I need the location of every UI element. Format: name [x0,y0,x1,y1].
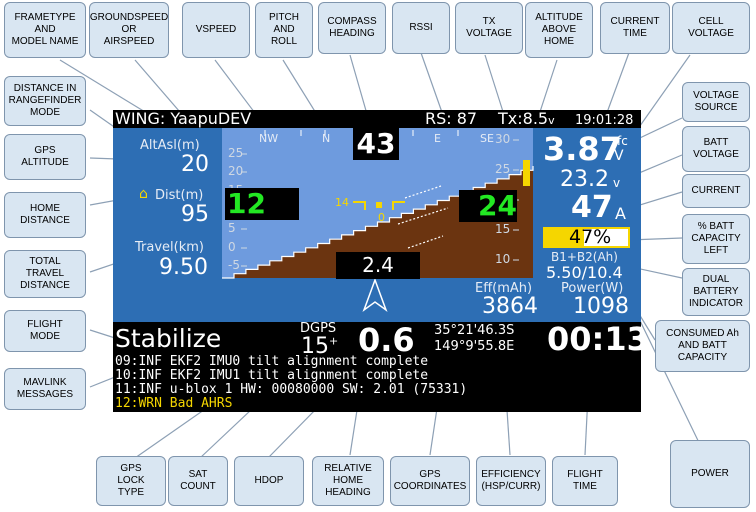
batt-voltage-unit: v [613,176,621,190]
callout-pitch-roll: PITCH AND ROLL [255,2,313,58]
flight-time: 00:13 [547,320,641,358]
callout-gps-altitude: GPS ALTITUDE [4,134,86,180]
callout-travel: TOTAL TRAVEL DISTANCE [4,250,86,298]
rssi-value: RS: 87 [425,110,478,128]
home-icon: ⌂ [139,186,148,202]
compass-nw: NW [259,132,279,145]
flight-mode: Stabilize [115,324,222,353]
callout-flight-mode: FLIGHT MODE [4,310,86,352]
travel-label: Travel(km) [135,240,204,255]
callout-gps-lock: GPS LOCK TYPE [96,456,166,506]
callout-rssi: RSSI [392,2,450,54]
callout-consumed: CONSUMED Ah AND BATT CAPACITY [655,320,750,372]
gps-longitude: 149°9'55.8E [434,339,515,354]
message-line: 09:INF EKF2 IMU0 tilt alignment complete [115,354,429,369]
capacity-percent: 47% [569,226,612,248]
callout-voltage-source: VOLTAGE SOURCE [682,82,750,122]
cell-voltage-unit: V [614,148,624,164]
callout-tx-voltage: TX VOLTAGE [455,2,523,54]
vspeed-scale-label: 25 [228,146,244,160]
travel-value: 9.50 [159,255,208,280]
vspeed-scale-label: 20 [228,164,244,178]
vspeed-scale-label: 0 [228,240,236,254]
callout-mavlink: MAVLINK MESSAGES [4,368,86,410]
callout-gps-coordinates: GPS COORDINATES [390,456,470,506]
callout-current-time: CURRENT TIME [600,2,670,54]
callout-compass: COMPASS HEADING [318,2,386,54]
callout-current: CURRENT [682,174,750,208]
altitude-value: 24 [459,190,517,222]
voltage-source: fc [617,134,628,148]
compass-se: SE [480,132,494,145]
altitude-scale-label: 25 [495,162,511,176]
callout-batt-voltage: BATT VOLTAGE [682,126,750,172]
callout-vspeed: VSPEED [182,2,250,58]
callout-hdop: HDOP [234,456,304,506]
groundspeed-value: 12 [225,188,299,220]
power-value: 1098 [573,294,629,319]
callout-power: POWER [670,440,750,508]
callout-groundspeed: GROUNDSPEED OR AIRSPEED [89,2,169,58]
altitude-scale-label: 10 [495,252,511,266]
gps-latitude: 35°21'46.3S [434,323,515,338]
pitch-left-label: 14 [335,196,349,209]
pitch-center-label: 0 [378,211,385,224]
compass-e: E [434,132,441,145]
vspeed-scale-label: -5 [228,258,240,272]
current-time: 19:01:28 [575,113,634,128]
vspeed-value: 2.4 [336,252,420,279]
alt-asl-label: AltAsl(m) [140,138,200,153]
altitude-scale-label: 30 [495,132,511,146]
callout-batt-percent: % BATT CAPACITY LEFT [682,214,750,264]
compass-n: N [322,132,331,145]
callout-dual-battery: DUAL BATTERY INDICATOR [682,268,750,316]
efficiency-value: 3864 [482,294,538,319]
tx-voltage: Tx:8.5v [498,110,555,128]
cell-voltage: 3.87 [543,130,622,168]
dual-battery-label: B1+B2(Ah) [551,250,618,264]
callout-rangefinder: DISTANCE IN RANGEFINDER MODE [4,76,86,126]
osd-screen: WING: YaapuDEV RS: 87 Tx:8.5v 19:01:28 A… [113,110,641,412]
message-line: 10:INF EKF2 IMU1 tilt alignment complete [115,368,429,383]
altitude-scale-label: 15 [495,222,511,236]
current-value: 47 [571,190,613,225]
callout-flight-time: FLIGHT TIME [552,456,618,506]
callout-altitude: ALTITUDE ABOVE HOME [525,2,593,58]
alt-asl-value: 20 [181,152,209,177]
batt-voltage: 23.2 [560,167,609,192]
current-unit: A [615,204,626,223]
message-line: 11:INF u-blox 1 HW: 00080000 SW: 2.01 (7… [115,382,468,397]
callout-efficiency: EFFICIENCY (HSP/CURR) [476,456,546,506]
callout-sat-count: SAT COUNT [168,456,228,506]
mavlink-messages: 09:INF EKF2 IMU0 tilt alignment complete… [115,355,467,411]
callout-cell-voltage: CELL VOLTAGE [672,2,750,54]
callout-home-distance: HOME DISTANCE [4,192,86,238]
callout-relative-home: RELATIVE HOME HEADING [312,456,384,506]
vspeed-scale-label: 5 [228,221,236,235]
compass-heading: 43 [353,128,399,160]
dist-label: Dist(m) [155,188,204,203]
callout-frametype: FRAMETYPE AND MODEL NAME [4,2,86,58]
model-name: WING: YaapuDEV [115,110,252,128]
message-line: 12:WRN Bad AHRS [115,396,233,411]
dist-value: 95 [181,202,209,227]
consumed-ah: 5.50/10.4 [546,263,623,282]
